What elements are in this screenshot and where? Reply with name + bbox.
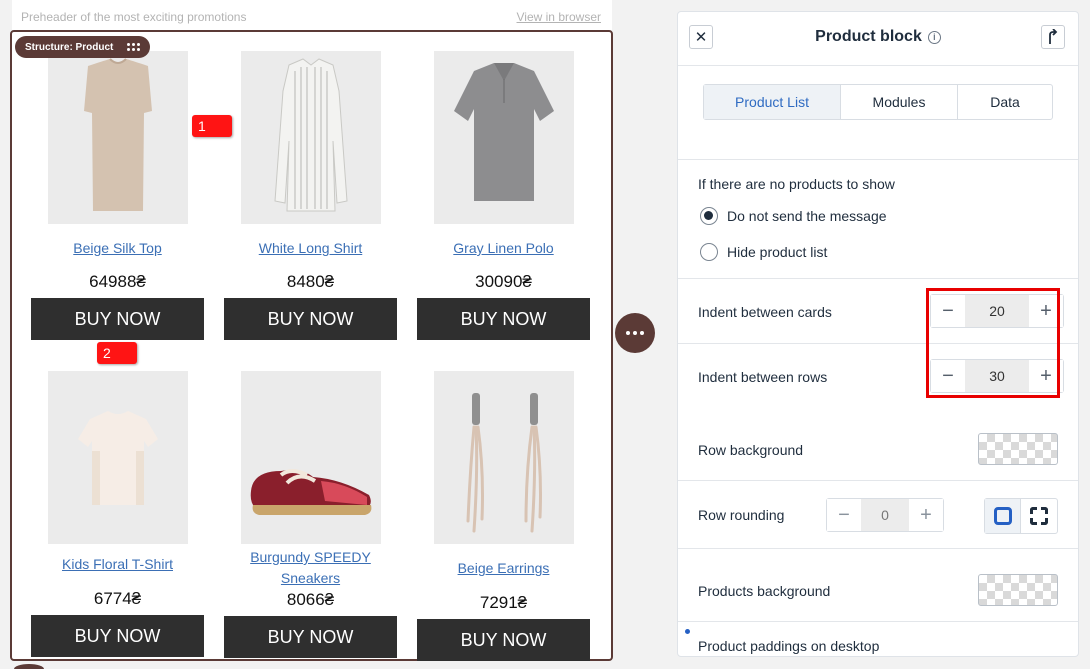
product-name[interactable]: Kids Floral T-Shirt [31, 554, 204, 575]
buy-now-button[interactable]: BUY NOW [31, 298, 204, 340]
product-name[interactable]: Beige Silk Top [31, 238, 204, 259]
tab-product-list[interactable]: Product List [704, 85, 841, 119]
divider [678, 278, 1078, 279]
divider [678, 621, 1078, 622]
separate-corners-icon [1030, 507, 1048, 525]
decrement-button[interactable]: − [827, 499, 861, 531]
buy-now-button[interactable]: BUY NOW [417, 298, 590, 340]
indent-rows-label: Indent between rows [698, 369, 828, 385]
indicator-dot-icon [685, 629, 690, 634]
buy-now-button[interactable]: BUY NOW [31, 615, 204, 657]
row-rounding-label: Row rounding [698, 507, 785, 523]
product-image-beige-earrings[interactable] [433, 371, 574, 544]
product-card: Beige Earrings 7291₴ BUY NOW [417, 371, 590, 661]
drag-handle-icon[interactable] [127, 43, 141, 51]
products-background-swatch[interactable] [978, 574, 1058, 606]
structure-handle-icon[interactable] [14, 664, 44, 669]
product-image-kids-tshirt[interactable] [47, 371, 188, 544]
radio-unchecked-icon[interactable] [700, 243, 718, 261]
product-price: 64988₴ [89, 272, 146, 291]
product-card: Burgundy SPEEDY Sneakers 8066₴ BUY NOW [224, 371, 397, 658]
buy-now-button[interactable]: BUY NOW [224, 616, 397, 658]
all-corners-button[interactable] [985, 499, 1022, 533]
product-image-beige-top[interactable] [47, 51, 188, 224]
preheader-bar: Preheader of the most exciting promotion… [12, 0, 612, 30]
structure-tag[interactable]: Structure: Product [15, 36, 151, 58]
paddings-desktop-label: Product paddings on desktop [698, 638, 880, 654]
view-in-browser-link[interactable]: View in browser [517, 10, 601, 24]
more-options-button[interactable] [615, 313, 655, 353]
highlight-box [926, 288, 1060, 398]
radio-do-not-send[interactable]: Do not send the message [700, 207, 887, 225]
corner-mode-toggle [984, 498, 1058, 534]
product-name[interactable]: Beige Earrings [417, 558, 590, 579]
divider [678, 159, 1078, 160]
separate-corners-button[interactable] [1021, 499, 1057, 533]
product-image-white-shirt[interactable] [240, 51, 381, 224]
product-price: 8480₴ [286, 272, 335, 291]
panel-title-text: Product block [815, 28, 922, 45]
radio-label: Hide product list [727, 244, 828, 260]
settings-panel: ✕ Product block i Product List Modules Da… [677, 11, 1079, 657]
info-icon[interactable]: i [927, 31, 941, 44]
product-price: 7291₴ [479, 593, 528, 612]
row-rounding-value[interactable]: 0 [861, 499, 909, 531]
annotation-marker-2: 2 [97, 342, 137, 364]
row-background-label: Row background [698, 442, 804, 458]
panel-header: ✕ Product block i [678, 12, 1078, 66]
tab-modules[interactable]: Modules [841, 85, 958, 119]
panel-tabs: Product List Modules Data [703, 84, 1053, 120]
product-card: Beige Silk Top 64988₴ BUY NOW [31, 51, 204, 340]
product-image-burgundy-sneaker[interactable] [240, 371, 381, 544]
product-name[interactable]: Burgundy SPEEDY Sneakers [224, 547, 397, 589]
buy-now-button[interactable]: BUY NOW [224, 298, 397, 340]
increment-button[interactable]: + [909, 499, 943, 531]
product-price: 6774₴ [93, 589, 142, 608]
product-card: Gray Linen Polo 30090₴ BUY NOW [417, 51, 590, 340]
row-rounding-stepper: − 0 + [826, 498, 944, 532]
product-card: White Long Shirt 8480₴ BUY NOW [224, 51, 397, 340]
product-name[interactable]: White Long Shirt [224, 238, 397, 259]
preheader-text: Preheader of the most exciting promotion… [21, 10, 247, 24]
row-background-swatch[interactable] [978, 433, 1058, 465]
radio-hide-list[interactable]: Hide product list [700, 243, 827, 261]
product-price: 30090₴ [475, 272, 532, 291]
product-price: 8066₴ [286, 590, 335, 609]
divider [678, 480, 1078, 481]
buy-now-button[interactable]: BUY NOW [417, 619, 590, 661]
no-products-label: If there are no products to show [698, 176, 895, 192]
tab-data[interactable]: Data [958, 85, 1052, 119]
structure-tag-label: Structure: Product [25, 41, 114, 53]
panel-title: Product block i [678, 28, 1078, 46]
radio-checked-icon[interactable] [700, 207, 718, 225]
products-background-label: Products background [698, 583, 831, 599]
radio-label: Do not send the message [727, 208, 887, 224]
move-up-icon[interactable] [1041, 25, 1065, 49]
divider [678, 548, 1078, 549]
product-image-gray-polo[interactable] [433, 51, 574, 224]
product-card: Kids Floral T-Shirt 6774₴ BUY NOW [31, 371, 204, 657]
indent-cards-label: Indent between cards [698, 304, 832, 320]
product-name[interactable]: Gray Linen Polo [417, 238, 590, 259]
annotation-marker-1: 1 [192, 115, 232, 137]
all-corners-icon [993, 507, 1012, 525]
